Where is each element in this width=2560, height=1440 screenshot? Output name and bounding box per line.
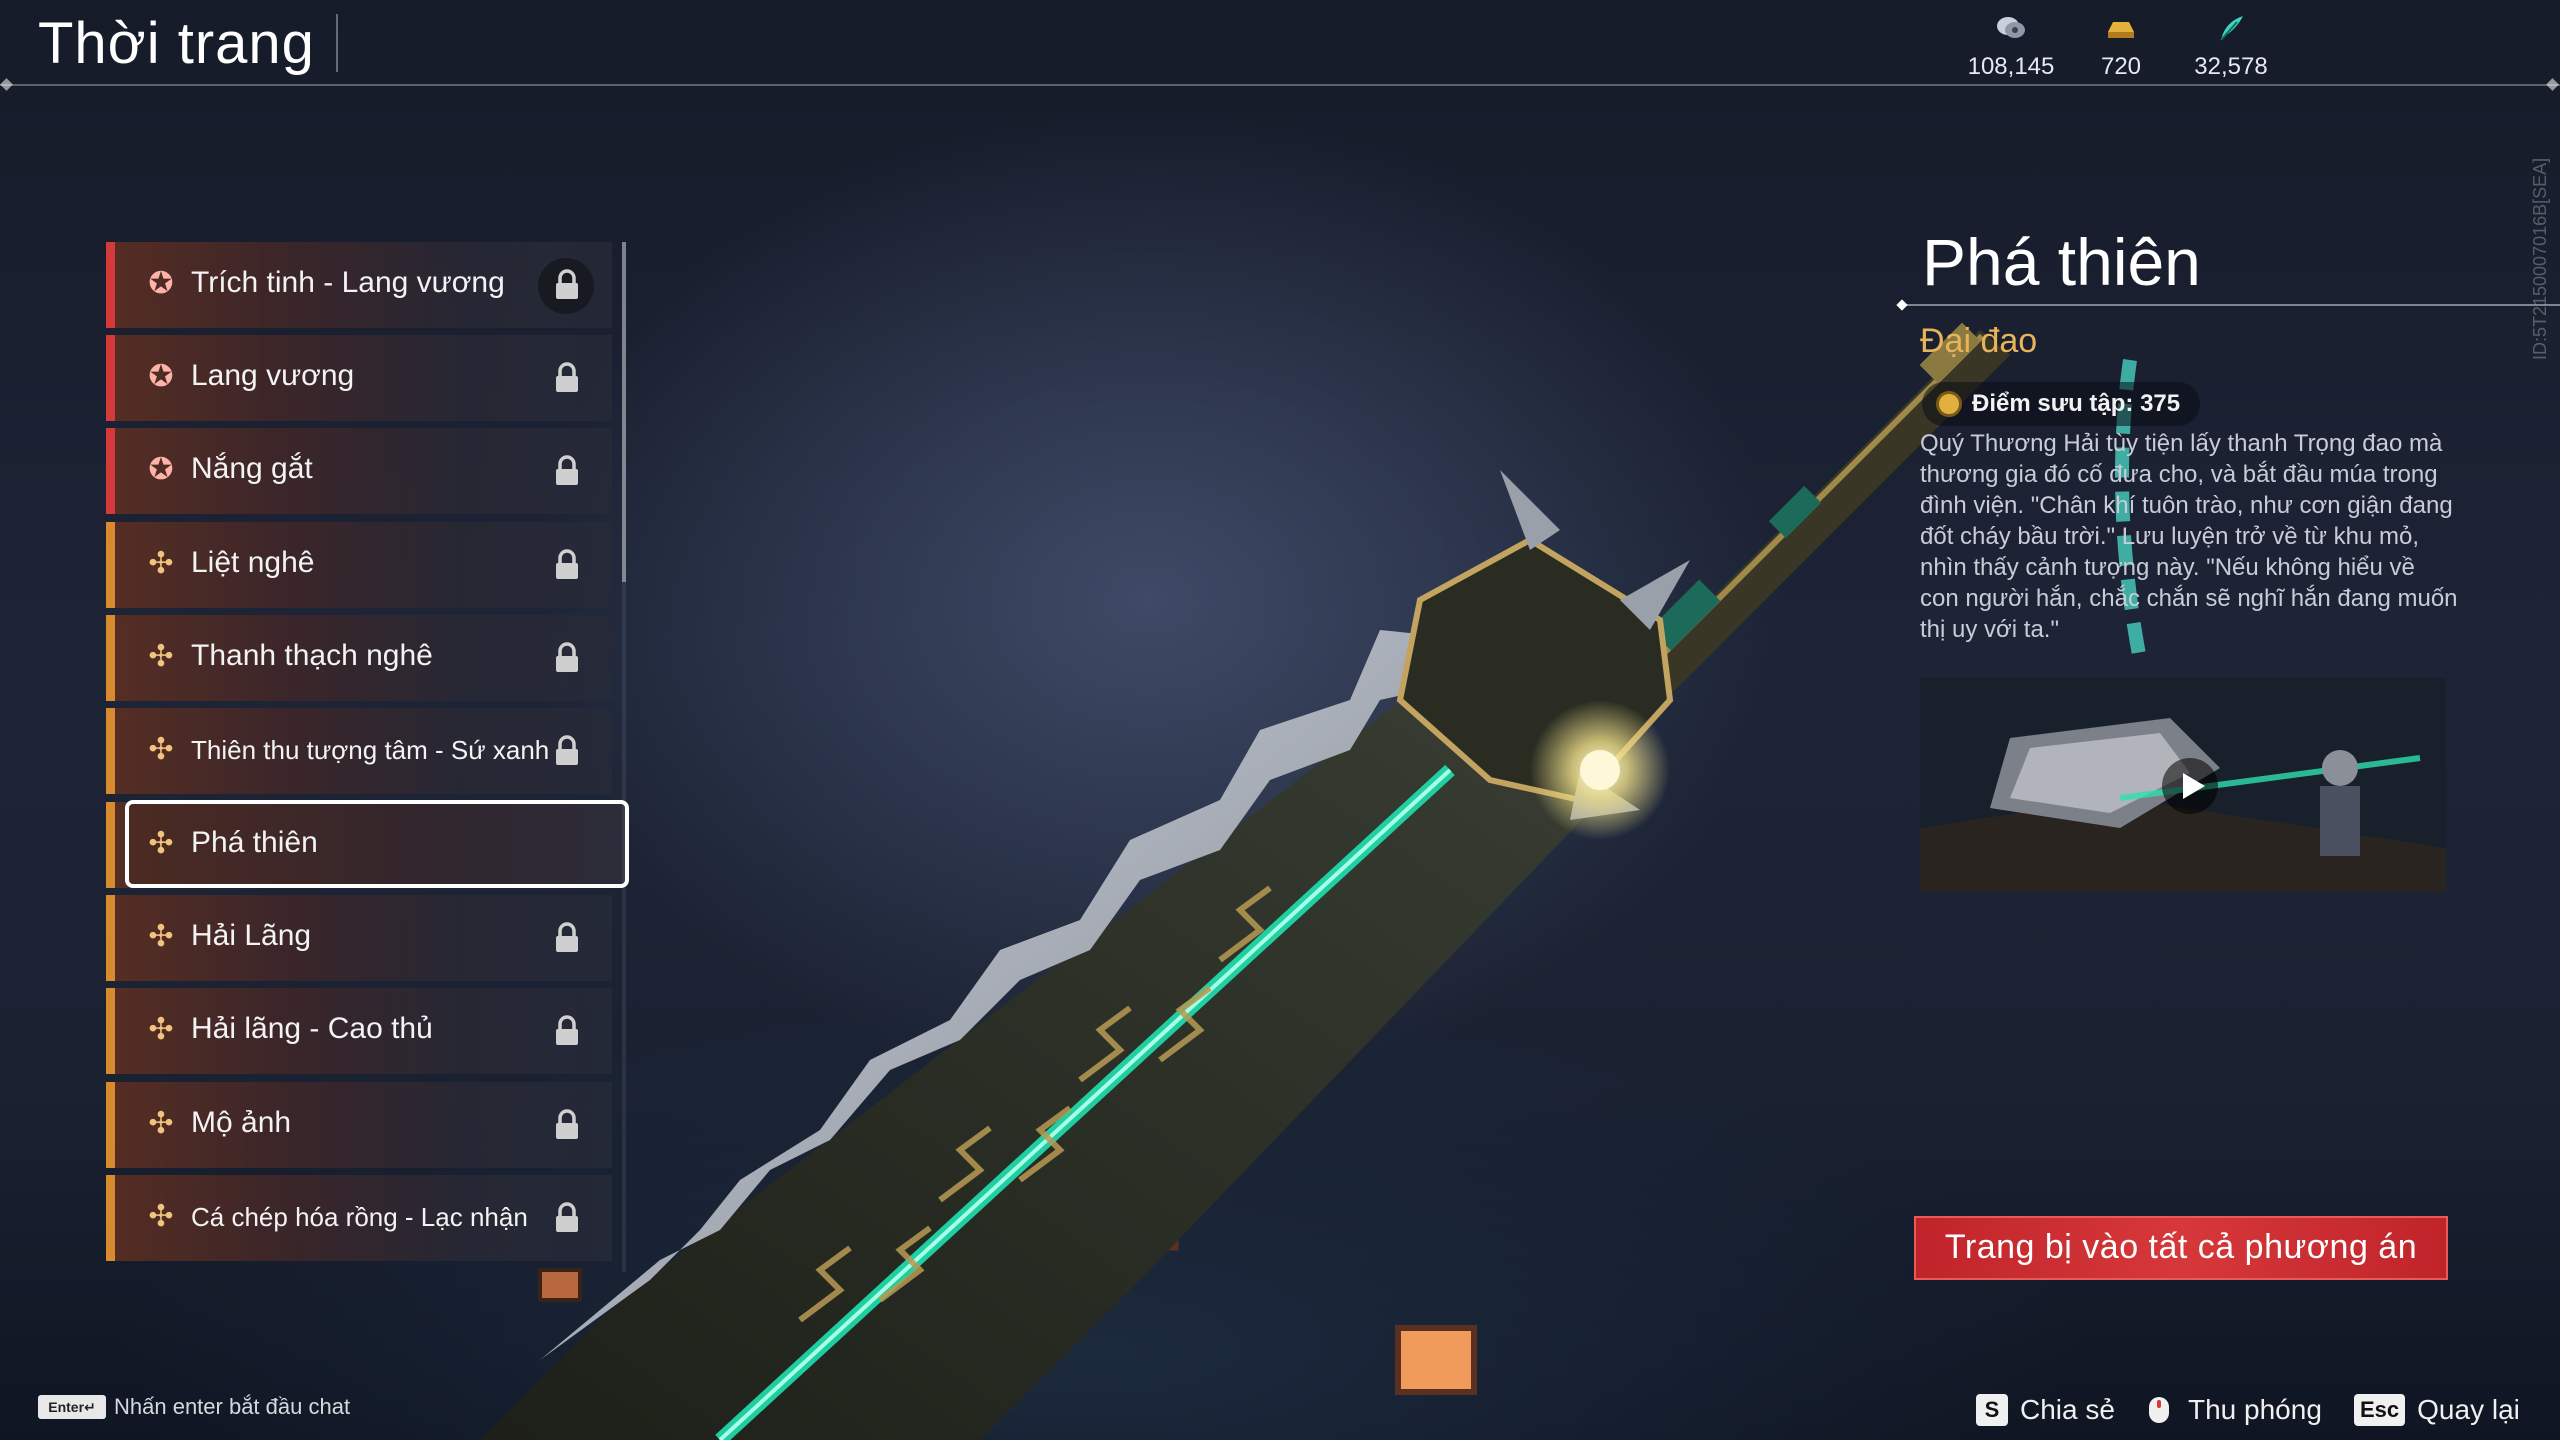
star-rank-icon: ✪ (148, 267, 174, 300)
share-label: Chia sẻ (2020, 1394, 2115, 1425)
back-hint[interactable]: Esc Quay lại (2354, 1390, 2520, 1430)
silver-coin-icon (1997, 17, 2025, 38)
collection-points-badge: Điểm sưu tập: 375 (1922, 382, 2201, 426)
esc-key: Esc (2354, 1394, 2406, 1426)
mouse-icon (2149, 1397, 2169, 1423)
chat-hint-text: Nhấn enter bắt đầu chat (114, 1394, 351, 1419)
list-item-pha-thien[interactable]: ✣ Phá thiên (106, 800, 629, 888)
cross-rank-icon: ✣ (148, 1013, 174, 1046)
lock-icon (556, 269, 578, 299)
cross-rank-icon: ✣ (148, 733, 174, 766)
lock-icon (556, 1202, 578, 1232)
list-item-label: Nắng gắt (191, 452, 313, 485)
list-item-label: Phá thiên (191, 826, 318, 859)
currency-jade: 32,578 (2176, 14, 2286, 81)
list-item-label: Hải lãng - Cao thủ (191, 1012, 433, 1045)
collection-coin-icon (1936, 391, 1962, 417)
list-item-ca-chep-hoa-rong[interactable]: ✣ Cá chép hóa rồng - Lạc nhận (106, 1175, 612, 1261)
list-item-label: Thiên thu tượng tâm - Sứ xanh (191, 735, 550, 765)
gold-ingot-icon (2108, 22, 2134, 38)
list-item-label: Thanh thạch nghê (191, 639, 433, 672)
lock-icon (556, 362, 578, 392)
list-item-thanh-thach-nghe[interactable]: ✣ Thanh thạch nghê (106, 615, 612, 701)
divider-end-left (0, 78, 13, 91)
lock-icon (556, 735, 578, 765)
enter-key-icon: Enter↵ (38, 1395, 106, 1419)
list-item-liet-nghe[interactable]: ✣ Liệt nghê (106, 522, 612, 608)
list-item-thien-thu-tuong-tam[interactable]: ✣ Thiên thu tượng tâm - Sứ xanh (106, 708, 612, 794)
item-type: Đại đao (1920, 322, 2038, 360)
cross-rank-icon: ✣ (148, 1200, 174, 1233)
star-rank-icon: ✪ (148, 360, 174, 393)
lock-icon (556, 642, 578, 672)
list-item-nang-gat[interactable]: ✪ Nắng gắt (106, 428, 612, 514)
zoom-label: Thu phóng (2188, 1394, 2322, 1425)
play-icon[interactable] (2162, 758, 2218, 814)
header-divider (0, 84, 2560, 86)
list-item-label: Trích tinh - Lang vương (191, 266, 505, 299)
top-bar: Thời trang 108,145 720 32,578 (0, 0, 2560, 91)
equip-all-button[interactable]: Trang bị vào tất cả phương án (1914, 1216, 2448, 1280)
cross-rank-icon: ✣ (148, 827, 174, 860)
item-description: Quý Thương Hải tùy tiện lấy thanh Trọng … (1920, 430, 2458, 643)
lock-icon (556, 1109, 578, 1139)
list-scrollbar-thumb[interactable] (622, 242, 626, 582)
lock-icon (556, 549, 578, 579)
list-item-label: Lang vương (191, 359, 355, 392)
cross-rank-icon: ✣ (148, 640, 174, 673)
weapon-blade (480, 630, 1620, 1440)
list-item-mo-anh[interactable]: ✣ Mộ ảnh (106, 1082, 612, 1168)
cross-rank-icon: ✣ (148, 1107, 174, 1140)
currency-silver: 108,145 (1956, 14, 2066, 81)
outfit-list: ✪ Trích tinh - Lang vương ✪ Lang vương ✪… (106, 242, 629, 1282)
collection-points-text: Điểm sưu tập: 375 (1972, 390, 2181, 417)
list-item-label: Cá chép hóa rồng - Lạc nhận (191, 1202, 528, 1232)
server-id-text: ID:5T2150007016B[SEA] (2530, 157, 2550, 360)
list-item-trich-tinh-lang-vuong[interactable]: ✪ Trích tinh - Lang vương (106, 242, 612, 328)
currency-gold: 720 (2066, 14, 2176, 81)
item-name-divider (1900, 304, 2560, 306)
share-key: S (1976, 1394, 2008, 1426)
jade-feather-icon (2220, 16, 2243, 41)
list-item-label: Mộ ảnh (191, 1106, 292, 1139)
divider-end-right (2546, 78, 2559, 91)
lock-icon (556, 1015, 578, 1045)
item-name: Phá thiên (1922, 225, 2201, 299)
lock-icon (556, 455, 578, 485)
title-divider (336, 14, 338, 72)
page-title: Thời trang (38, 11, 315, 76)
cross-rank-icon: ✣ (148, 547, 174, 580)
share-hint[interactable]: S Chia sẻ (1976, 1390, 2115, 1430)
zoom-hint[interactable]: Thu phóng (2142, 1390, 2322, 1430)
list-item-lang-vuong[interactable]: ✪ Lang vương (106, 335, 612, 421)
list-item-label: Liệt nghê (191, 546, 315, 579)
lock-icon (556, 922, 578, 952)
cross-rank-icon: ✣ (148, 920, 174, 953)
list-item-label: Hải Lãng (191, 919, 312, 952)
list-item-hai-lang[interactable]: ✣ Hải Lãng (106, 895, 612, 981)
preview-video-thumbnail[interactable] (1920, 678, 2446, 892)
star-rank-icon: ✪ (148, 453, 174, 486)
back-label: Quay lại (2417, 1394, 2520, 1425)
chat-hint[interactable]: Enter↵ Nhấn enter bắt đầu chat (38, 1392, 350, 1422)
list-item-hai-lang-cao-thu[interactable]: ✣ Hải lãng - Cao thủ (106, 988, 612, 1074)
